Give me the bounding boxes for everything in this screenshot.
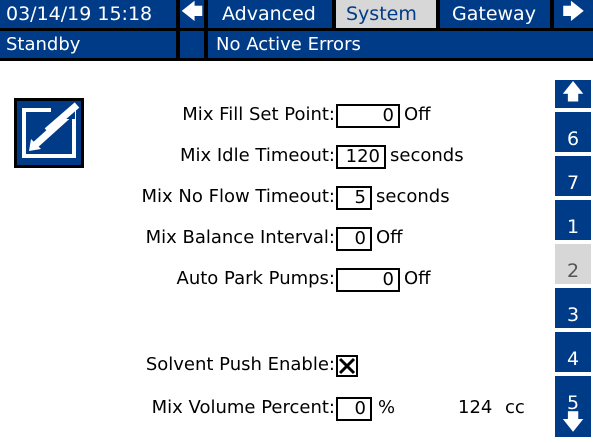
check-x-icon <box>338 357 356 375</box>
page-button-1[interactable]: 1 <box>555 200 591 240</box>
row-solvent-push: Solvent Push Enable: <box>0 354 555 378</box>
status-indicator <box>180 31 204 58</box>
page-button-7[interactable]: 7 <box>555 156 591 196</box>
mix-volume-value: 124 <box>458 397 493 418</box>
datetime: 03/14/19 15:18 <box>6 3 153 25</box>
page-button-4[interactable]: 4 <box>555 332 591 372</box>
row-volume-percent: Mix Volume Percent: 0 % 124 cc <box>0 397 555 421</box>
row-no-flow-timeout: Mix No Flow Timeout: 5 seconds <box>0 186 555 210</box>
page-button-2[interactable]: 2 <box>555 244 591 284</box>
idle-timeout-field[interactable]: 120 <box>336 145 386 169</box>
auto-park-unit: Off <box>404 268 431 289</box>
page-up-arrow-icon[interactable]: 🡅 <box>555 80 591 108</box>
mix-volume-unit: cc <box>505 397 525 418</box>
auto-park-field[interactable]: 0 <box>336 268 400 292</box>
page-button-3[interactable]: 3 <box>555 288 591 328</box>
tab-right-arrow-icon[interactable]: 🡆 <box>554 0 593 28</box>
fill-set-point-unit: Off <box>404 104 431 125</box>
solvent-push-checkbox[interactable] <box>336 355 358 377</box>
fill-set-point-label: Mix Fill Set Point: <box>182 104 335 125</box>
page-nav: 🡅 6 7 1 2 3 4 5 🡇 <box>555 80 593 437</box>
solvent-push-label: Solvent Push Enable: <box>145 354 335 375</box>
tab-advanced[interactable]: Advanced <box>208 0 332 28</box>
volume-percent-unit: % <box>378 397 396 418</box>
tab-left-arrow-icon[interactable]: 🡄 <box>180 0 204 28</box>
mode-status: Standby <box>6 34 81 55</box>
row-idle-timeout: Mix Idle Timeout: 120 seconds <box>0 145 555 169</box>
page-button-6[interactable]: 6 <box>555 112 591 152</box>
page-down-arrow-icon[interactable]: 🡇 <box>555 410 591 437</box>
no-flow-timeout-field[interactable]: 5 <box>336 186 372 210</box>
volume-percent-field[interactable]: 0 <box>336 397 372 421</box>
idle-timeout-unit: seconds <box>390 145 464 166</box>
balance-interval-field[interactable]: 0 <box>336 227 372 251</box>
top-bar: 03/14/19 15:18 🡄 Advanced System Gateway… <box>0 0 593 31</box>
row-balance-interval: Mix Balance Interval: 0 Off <box>0 227 555 251</box>
tab-gateway[interactable]: Gateway <box>440 0 550 28</box>
row-auto-park: Auto Park Pumps: 0 Off <box>0 268 555 292</box>
balance-interval-unit: Off <box>376 227 403 248</box>
idle-timeout-label: Mix Idle Timeout: <box>179 145 335 166</box>
balance-interval-label: Mix Balance Interval: <box>145 227 335 248</box>
volume-percent-label: Mix Volume Percent: <box>151 397 335 418</box>
fill-set-point-field[interactable]: 0 <box>336 104 400 128</box>
error-status: No Active Errors <box>216 34 361 55</box>
status-bar: Standby No Active Errors <box>0 31 593 61</box>
auto-park-label: Auto Park Pumps: <box>176 268 335 289</box>
no-flow-timeout-label: Mix No Flow Timeout: <box>141 186 335 207</box>
row-fill-set-point: Mix Fill Set Point: 0 Off <box>0 104 555 128</box>
tab-system[interactable]: System <box>336 0 436 28</box>
no-flow-timeout-unit: seconds <box>376 186 450 207</box>
